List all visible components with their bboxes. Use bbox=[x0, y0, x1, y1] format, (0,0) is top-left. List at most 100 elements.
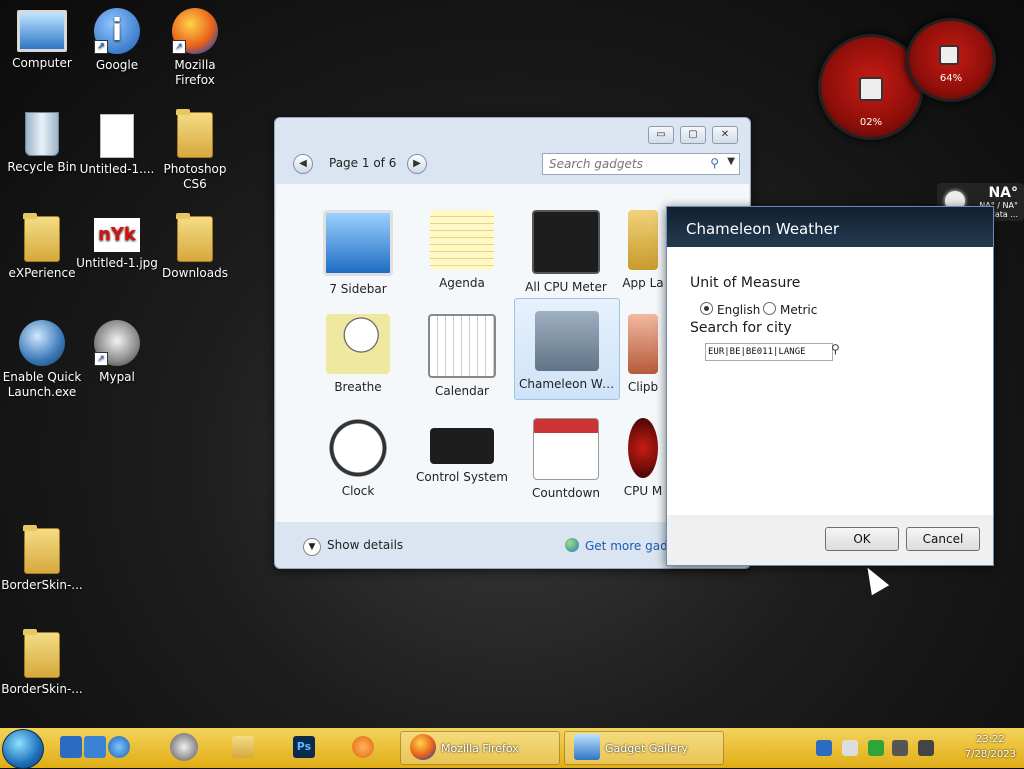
search-input[interactable] bbox=[547, 154, 701, 174]
gadget-tile-control-system[interactable]: Control System bbox=[410, 406, 514, 506]
weather-cloud-icon bbox=[535, 311, 599, 371]
recycle-bin-icon bbox=[25, 112, 59, 156]
firefox-icon bbox=[410, 734, 436, 760]
gadget-label: Calendar bbox=[435, 384, 489, 398]
radio-english-label: English bbox=[717, 303, 761, 317]
show-details-label: Show details bbox=[327, 538, 404, 552]
folder-icon bbox=[23, 213, 60, 262]
minimize-button[interactable]: ▭ bbox=[648, 126, 674, 144]
tray-volume-muted-icon[interactable] bbox=[918, 740, 934, 756]
desktop-icon-enable-quick-launch[interactable]: Enable Quick Launch.exe bbox=[0, 320, 84, 400]
clock-time: 23:22 bbox=[975, 734, 1005, 745]
explorer-folder-icon[interactable] bbox=[232, 736, 254, 758]
memory-gauge[interactable]: 64% bbox=[906, 18, 996, 102]
show-details-toggle[interactable]: ▼ Show details bbox=[303, 538, 403, 556]
desktop-icon-computer[interactable]: Computer bbox=[0, 10, 84, 71]
tray-devices-icon[interactable] bbox=[892, 740, 908, 756]
taskbar-clock[interactable]: 23:22 7/28/2023 bbox=[965, 732, 1016, 762]
clock-date: 7/28/2023 bbox=[964, 749, 1016, 760]
tray-security-icon[interactable] bbox=[868, 740, 884, 756]
desktop-icon-mypal[interactable]: ↗ Mypal bbox=[75, 320, 159, 385]
search-icon[interactable]: ⚲ bbox=[831, 342, 840, 356]
desktop-icon-label: eXPerience bbox=[8, 266, 76, 280]
media-player-icon[interactable] bbox=[352, 736, 374, 758]
globe-icon bbox=[565, 538, 579, 552]
tray-display-icon[interactable] bbox=[842, 740, 858, 756]
desktop-icon-experience[interactable]: eXPerience bbox=[0, 213, 84, 281]
radio-metric[interactable]: Metric bbox=[763, 302, 817, 317]
tray-network-icon[interactable] bbox=[816, 740, 832, 756]
desktop-icon-untitled-psd[interactable]: Untitled-1.... bbox=[75, 114, 159, 177]
start-button[interactable] bbox=[2, 729, 44, 769]
close-button[interactable]: ✕ bbox=[712, 126, 738, 144]
switch-windows-icon[interactable] bbox=[84, 736, 106, 758]
cpu-meter-gauge-icon bbox=[628, 418, 658, 478]
gadget-label: Clock bbox=[341, 484, 375, 498]
gadget-tile-countdown[interactable]: Countdown bbox=[514, 406, 618, 506]
shortcut-arrow-icon: ↗ bbox=[94, 40, 108, 54]
desktop-icon-borderskin-2[interactable]: BorderSkin-... bbox=[0, 629, 84, 697]
gadget-tile-clipboard[interactable]: Clipb bbox=[618, 302, 668, 402]
cpu-chip-icon bbox=[859, 77, 883, 101]
radio-metric-label: Metric bbox=[780, 303, 818, 317]
cpu-meter-icon bbox=[532, 210, 600, 274]
gadget-label: Control System bbox=[416, 470, 508, 484]
desktop-icon-google[interactable]: i ↗ Google bbox=[75, 8, 159, 73]
desktop-icon-recycle-bin[interactable]: Recycle Bin bbox=[0, 112, 84, 175]
gadget-tile-chameleon-weather[interactable]: Chameleon We... bbox=[514, 298, 620, 400]
maximize-button[interactable]: ▢ bbox=[680, 126, 706, 144]
desktop-icon-firefox[interactable]: ↗ Mozilla Firefox bbox=[153, 8, 237, 88]
desktop-icon-photoshop[interactable]: Photoshop CS6 bbox=[153, 109, 237, 192]
mypal-icon[interactable] bbox=[170, 733, 198, 761]
desktop-icon-label: Google bbox=[95, 58, 139, 72]
internet-explorer-icon[interactable] bbox=[108, 736, 130, 758]
radio-checked-icon bbox=[700, 302, 713, 315]
gadget-tile-7-sidebar[interactable]: 7 Sidebar bbox=[306, 198, 410, 298]
gadget-tile-breathe[interactable]: Breathe bbox=[306, 302, 410, 402]
folder-icon bbox=[176, 109, 213, 158]
radio-english[interactable]: English bbox=[700, 302, 760, 317]
photoshop-icon[interactable]: Ps bbox=[293, 736, 315, 758]
gallery-titlebar[interactable]: ▭ ▢ ✕ bbox=[275, 118, 750, 148]
image-file-icon: nYk bbox=[94, 218, 140, 252]
weather-temp: NA° bbox=[988, 185, 1018, 201]
desktop-icon-label: Downloads bbox=[162, 266, 228, 280]
chevron-down-icon[interactable]: ▼ bbox=[727, 156, 735, 167]
desktop-icon-borderskin-1[interactable]: BorderSkin-... bbox=[0, 525, 84, 593]
desktop-icon-downloads[interactable]: Downloads bbox=[153, 213, 237, 281]
gadget-tile-clock[interactable]: Clock bbox=[306, 406, 410, 506]
zip-folder-icon bbox=[23, 629, 60, 678]
search-box[interactable]: ⚲ ▼ bbox=[542, 153, 740, 175]
gadget-tile-calendar[interactable]: Calendar bbox=[410, 302, 514, 402]
shortcut-arrow-icon: ↗ bbox=[94, 352, 108, 366]
gadget-label: 7 Sidebar bbox=[329, 282, 387, 296]
gadget-tile-cpu-meter[interactable]: CPU M bbox=[618, 406, 668, 506]
next-page-button[interactable]: ▶ bbox=[407, 154, 427, 174]
desktop-icon-label: Computer bbox=[12, 56, 72, 70]
desktop-icon-label: BorderSkin-... bbox=[1, 578, 83, 592]
gadget-tile-all-cpu-meter[interactable]: All CPU Meter bbox=[514, 198, 618, 298]
city-input[interactable] bbox=[705, 343, 833, 361]
gadget-label: Chameleon We... bbox=[519, 377, 619, 391]
cpu-value: 02% bbox=[859, 117, 883, 128]
desktop-icon-untitled-jpg[interactable]: nYk Untitled-1.jpg bbox=[75, 218, 159, 271]
ok-button[interactable]: OK bbox=[825, 527, 899, 551]
desktop-icon-label: Enable Quick Launch.exe bbox=[2, 370, 82, 399]
desktop-icon-label: Recycle Bin bbox=[7, 160, 77, 174]
chameleon-weather-dialog[interactable]: Chameleon Weather Unit of Measure Englis… bbox=[666, 206, 994, 566]
desktop-icon-label: Mozilla Firefox bbox=[174, 58, 216, 87]
zip-folder-icon bbox=[23, 525, 60, 574]
gadget-tile-agenda[interactable]: Agenda bbox=[410, 198, 514, 298]
search-icon[interactable]: ⚲ bbox=[710, 156, 719, 170]
show-desktop-icon[interactable] bbox=[60, 736, 82, 758]
radio-unchecked-icon bbox=[763, 302, 776, 315]
desktop-icon-label: Mypal bbox=[99, 370, 135, 384]
cancel-button[interactable]: Cancel bbox=[906, 527, 980, 551]
desktop-icon-label: Untitled-1.jpg bbox=[76, 256, 158, 270]
clipboard-icon bbox=[628, 314, 658, 374]
previous-page-button[interactable]: ◀ bbox=[293, 154, 313, 174]
gadget-tile-app-launcher[interactable]: App La bbox=[618, 198, 668, 298]
desktop-icon-label: Photoshop CS6 bbox=[163, 162, 227, 191]
calendar-icon bbox=[428, 314, 496, 378]
countdown-calendar-icon bbox=[533, 418, 599, 480]
